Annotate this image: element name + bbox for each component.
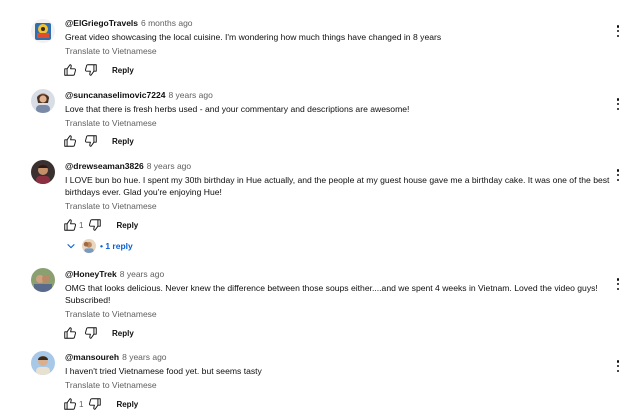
- thumb-up-icon[interactable]: [63, 218, 77, 232]
- comment: @mansoureh 8 years ago I haven't tried Vi…: [0, 344, 640, 419]
- thumb-up-icon[interactable]: [63, 326, 77, 340]
- translate-link[interactable]: Translate to Vietnamese: [65, 46, 610, 57]
- comment-text: OMG that looks delicious. Never knew the…: [65, 283, 598, 305]
- more-vert-icon[interactable]: [614, 360, 622, 372]
- more-vert-icon[interactable]: [614, 278, 622, 290]
- translate-link[interactable]: Translate to Vietnamese: [65, 118, 610, 129]
- thumb-up-icon[interactable]: [63, 397, 77, 411]
- avatar[interactable]: [31, 160, 55, 184]
- thumb-down-icon[interactable]: [84, 63, 98, 77]
- comment: @ElGriegoTravels 6 months ago Great video…: [0, 0, 640, 82]
- view-replies-button[interactable]: • 1 reply: [66, 237, 133, 255]
- thumb-down-icon[interactable]: [84, 326, 98, 340]
- comment-text: I haven't tried Vietnamese food yet. but…: [65, 366, 262, 376]
- thumb-up-icon[interactable]: [63, 63, 77, 77]
- like-count: 1: [79, 399, 84, 409]
- comment-author[interactable]: @ElGriegoTravels: [65, 18, 138, 28]
- reply-button[interactable]: Reply: [116, 221, 138, 230]
- comment-author[interactable]: @mansoureh: [65, 352, 119, 362]
- thumb-down-icon[interactable]: [88, 397, 102, 411]
- comment-author[interactable]: @drewseaman3826: [65, 161, 144, 171]
- comment: @suncanaselimovic7224 8 years ago Love th…: [0, 82, 640, 154]
- avatar[interactable]: [31, 89, 55, 113]
- comment-author[interactable]: @suncanaselimovic7224: [65, 90, 165, 100]
- comment-time[interactable]: 8 years ago: [147, 161, 191, 171]
- comment-time[interactable]: 8 years ago: [168, 90, 212, 100]
- comment-text: Great video showcasing the local cuisine…: [65, 32, 442, 42]
- thumb-down-icon[interactable]: [84, 134, 98, 148]
- avatar[interactable]: [31, 19, 55, 43]
- comment-time[interactable]: 6 months ago: [141, 18, 193, 28]
- reply-avatar: [82, 239, 96, 253]
- thumb-up-icon[interactable]: [63, 134, 77, 148]
- reply-button[interactable]: Reply: [116, 400, 138, 409]
- more-vert-icon[interactable]: [614, 169, 622, 181]
- comment-author[interactable]: @HoneyTrek: [65, 269, 117, 279]
- thumb-down-icon[interactable]: [88, 218, 102, 232]
- reply-button[interactable]: Reply: [112, 66, 134, 75]
- comment-text: I LOVE bun bo hue. I spent my 30th birth…: [65, 175, 610, 197]
- translate-link[interactable]: Translate to Vietnamese: [65, 201, 610, 212]
- reply-button[interactable]: Reply: [112, 329, 134, 338]
- reply-button[interactable]: Reply: [112, 137, 134, 146]
- avatar[interactable]: [31, 351, 55, 375]
- translate-link[interactable]: Translate to Vietnamese: [65, 380, 610, 391]
- comment-time[interactable]: 8 years ago: [120, 269, 164, 279]
- like-count: 1: [79, 220, 84, 230]
- comment-text: Love that there is fresh herbs used - an…: [65, 104, 410, 114]
- comment: @HoneyTrek 8 years ago OMG that looks del…: [0, 264, 640, 344]
- comment-time[interactable]: 8 years ago: [122, 352, 166, 362]
- replies-count[interactable]: • 1 reply: [100, 241, 133, 251]
- translate-link[interactable]: Translate to Vietnamese: [65, 309, 610, 320]
- avatar[interactable]: [31, 268, 55, 292]
- chevron-down-icon: [67, 243, 75, 249]
- more-vert-icon[interactable]: [614, 25, 622, 37]
- more-vert-icon[interactable]: [614, 98, 622, 110]
